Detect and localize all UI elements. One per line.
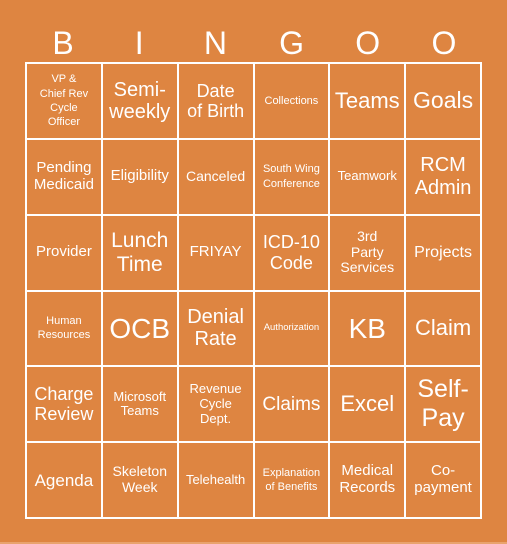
cell-label: Excel — [340, 390, 395, 416]
bingo-cell[interactable]: Pending Medicaid — [27, 139, 101, 214]
bingo-cell[interactable]: Canceled — [178, 139, 253, 214]
bingo-cell[interactable]: 3rd Party Services — [330, 215, 405, 290]
bingo-cell[interactable]: Medical Records — [330, 443, 405, 517]
bingo-cell[interactable]: Collections — [254, 64, 329, 138]
bingo-cell[interactable]: Semi- weekly — [102, 64, 177, 138]
cell-label: Human Resources — [37, 315, 91, 342]
cell-label: Date of Birth — [187, 80, 245, 121]
bingo-cell[interactable]: Lunch Time — [102, 215, 177, 290]
bingo-cell[interactable]: Eligibility — [102, 139, 177, 214]
cell-label: Co- payment — [414, 462, 472, 497]
cell-label: Self- Pay — [417, 374, 469, 433]
bingo-cell[interactable]: Revenue Cycle Dept. — [178, 367, 253, 442]
cell-label: Eligibility — [110, 167, 169, 185]
bingo-cell[interactable]: Teams — [330, 64, 405, 138]
bingo-cell[interactable]: Claim — [406, 291, 480, 366]
header-letter-b: B — [52, 25, 74, 61]
header-letter-g: G — [279, 25, 305, 61]
bingo-cell[interactable]: Excel — [330, 367, 405, 442]
cell-label: Semi- weekly — [109, 78, 171, 123]
cell-label: Provider — [35, 243, 92, 261]
bingo-header: B I N G O O — [25, 26, 482, 60]
cell-label: Lunch Time — [111, 229, 169, 276]
cell-label: Denial Rate — [187, 306, 244, 351]
bingo-cell[interactable]: Projects — [406, 215, 480, 290]
cell-label: OCB — [109, 312, 171, 344]
cell-label: Collections — [264, 94, 319, 107]
cell-label: Projects — [414, 243, 472, 261]
cell-label: Telehealth — [185, 471, 246, 487]
cell-label: Skeleton Week — [112, 463, 167, 496]
header-letter-o: O — [355, 25, 381, 61]
bingo-cell[interactable]: Charge Review — [27, 367, 101, 442]
bingo-cell[interactable]: KB — [330, 291, 405, 366]
cell-label: Canceled — [186, 167, 246, 184]
bingo-cell[interactable]: South Wing Conference — [254, 139, 329, 214]
bingo-cell[interactable]: Telehealth — [178, 443, 253, 517]
cell-label: Medical Records — [339, 462, 396, 497]
bingo-cell[interactable]: RCM Admin — [406, 139, 480, 214]
bingo-cell[interactable]: Microsoft Teams — [102, 367, 177, 442]
bingo-cell[interactable]: Authorization — [254, 291, 329, 366]
cell-label: Microsoft Teams — [113, 388, 167, 419]
cell-label: VP & Chief Rev Cycle Officer — [39, 73, 89, 129]
bingo-cell[interactable]: Provider — [27, 215, 101, 290]
cell-label: Explanation of Benefits — [262, 466, 321, 494]
bingo-cell[interactable]: Human Resources — [27, 291, 101, 366]
cell-label: Goals — [413, 87, 474, 114]
bingo-cell[interactable]: Co- payment — [406, 443, 480, 517]
cell-label: ICD-10 Code — [262, 232, 320, 273]
cell-label: FRIYAY — [189, 243, 242, 261]
bingo-cell[interactable]: Teamwork — [330, 139, 405, 214]
cell-label: Pending Medicaid — [33, 158, 94, 193]
bingo-cell[interactable]: VP & Chief Rev Cycle Officer — [27, 64, 101, 138]
cell-label: KB — [348, 312, 386, 344]
cell-label: Agenda — [34, 470, 94, 490]
bingo-cell[interactable]: ICD-10 Code — [254, 215, 329, 290]
header-letter-i: I — [134, 25, 144, 61]
header-letter-o-2: O — [431, 25, 457, 61]
cell-label: Charge Review — [34, 384, 94, 425]
bingo-cell[interactable]: Denial Rate — [178, 291, 253, 366]
bingo-cell[interactable]: Date of Birth — [178, 64, 253, 138]
bingo-cell[interactable]: Agenda — [27, 443, 101, 517]
cell-label: Teams — [334, 87, 400, 113]
cell-label: 3rd Party Services — [340, 228, 395, 276]
cell-label: Revenue Cycle Dept. — [189, 381, 242, 426]
header-letter-n: N — [203, 25, 227, 61]
cell-label: RCM Admin — [414, 154, 472, 199]
bingo-cell[interactable]: Explanation of Benefits — [254, 443, 329, 517]
bingo-cell[interactable]: OCB — [102, 291, 177, 366]
cell-label: South Wing Conference — [262, 163, 320, 190]
bingo-cell[interactable]: FRIYAY — [178, 215, 253, 290]
bingo-cell[interactable]: Claims — [254, 367, 329, 442]
bingo-cell[interactable]: Skeleton Week — [102, 443, 177, 517]
bingo-cell[interactable]: Self- Pay — [406, 367, 480, 442]
bingo-grid: VP & Chief Rev Cycle Officer Semi- weekl… — [25, 62, 482, 519]
cell-label: Teamwork — [337, 168, 397, 184]
bingo-cell[interactable]: Goals — [406, 64, 480, 138]
cell-label: Authorization — [263, 322, 320, 334]
cell-label: Claims — [262, 393, 321, 415]
cell-label: Claim — [414, 315, 472, 341]
